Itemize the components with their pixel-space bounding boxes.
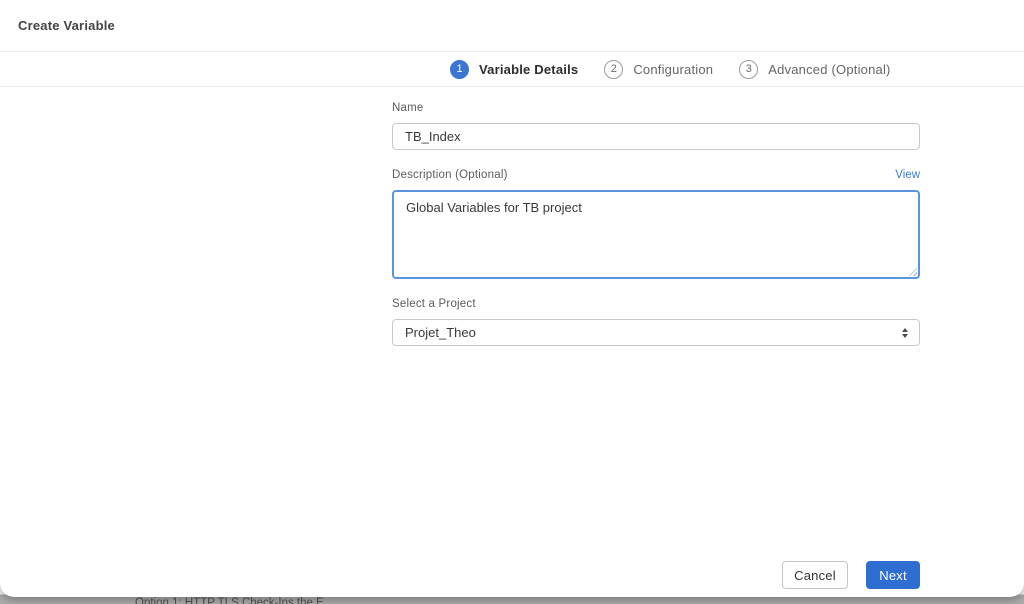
step-1-label: Variable Details [479,61,579,77]
description-textarea[interactable]: Global Variables for TB project [394,192,918,277]
description-label: Description (Optional) [392,169,508,181]
description-field-frame: Global Variables for TB project [392,190,920,279]
step-2-circle: 2 [604,59,624,79]
step-advanced[interactable]: 3 Advanced (Optional) [739,59,891,79]
modal-header: Create Variable [0,0,1024,52]
modal-footer: Cancel Next [782,561,920,589]
project-section: Select a Project Projet_Theo [392,298,920,346]
wizard-stepper: 1 Variable Details 2 Configuration 3 Adv… [0,52,1024,87]
view-link[interactable]: View [895,169,920,181]
screen: Option 1: HTTP TLS Check-Ins the E... Cr… [0,0,1024,604]
name-input[interactable] [392,123,920,150]
create-variable-modal: Create Variable 1 Variable Details 2 Con… [0,0,1024,597]
cancel-button[interactable]: Cancel [782,561,848,589]
step-1-circle: 1 [450,59,469,79]
select-stepper-icon [902,327,908,338]
step-3-label: Advanced (Optional) [768,61,891,77]
step-variable-details[interactable]: 1 Variable Details [450,59,579,79]
project-selected-value: Projet_Theo [405,325,476,340]
next-button[interactable]: Next [866,561,920,589]
name-label: Name [392,102,424,114]
background-page-truncated-text: Option 1: HTTP TLS Check-Ins the E... [135,597,334,604]
description-section: Description (Optional) View Global Varia… [392,169,920,279]
step-configuration[interactable]: 2 Configuration [604,59,714,79]
page-title: Create Variable [18,18,115,33]
project-label: Select a Project [392,298,476,310]
name-section: Name [392,102,920,150]
project-select[interactable]: Projet_Theo [392,319,920,346]
step-3-circle: 3 [739,59,759,79]
step-2-label: Configuration [633,61,714,77]
variable-details-form: Name Description (Optional) View Global … [392,88,920,346]
